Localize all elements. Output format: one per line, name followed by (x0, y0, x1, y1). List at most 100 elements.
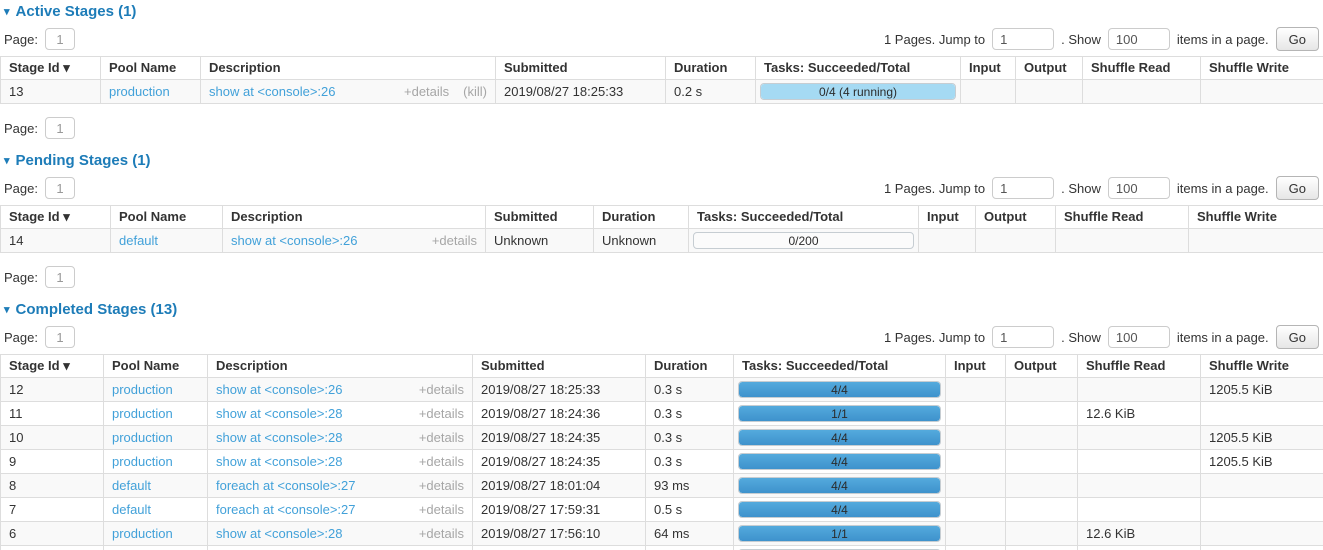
details-toggle[interactable]: +details (404, 84, 449, 100)
pool-name-link[interactable]: production (112, 526, 173, 541)
stage-id-cell: 5 (1, 546, 104, 550)
pool-name-link[interactable]: production (112, 406, 173, 421)
page-number-input[interactable] (45, 28, 75, 50)
details-toggle[interactable]: +details (432, 233, 477, 249)
pool-name-link[interactable]: default (119, 233, 158, 248)
jump-to-input[interactable] (992, 326, 1054, 348)
input-cell (946, 474, 1006, 498)
column-header-submitted[interactable]: Submitted (473, 355, 646, 378)
submitted-cell: 2019/08/27 17:56:10 (473, 522, 646, 546)
input-cell (919, 229, 976, 253)
column-header-pool-name[interactable]: Pool Name (104, 355, 208, 378)
column-header-tasks-succeeded-total[interactable]: Tasks: Succeeded/Total (734, 355, 946, 378)
details-toggle[interactable]: +details (419, 526, 464, 542)
column-header-output[interactable]: Output (1016, 57, 1083, 80)
column-header-output[interactable]: Output (1006, 355, 1078, 378)
go-button[interactable]: Go (1276, 27, 1319, 51)
description-wrap: show at <console>:28 +details (216, 526, 464, 542)
page-number-input[interactable] (45, 117, 75, 139)
column-header-shuffle-write[interactable]: Shuffle Write (1201, 57, 1323, 80)
pool-name-link[interactable]: default (112, 478, 151, 493)
column-header-tasks-succeeded-total[interactable]: Tasks: Succeeded/Total (756, 57, 961, 80)
description-actions: +details (419, 430, 464, 446)
column-header-shuffle-read[interactable]: Shuffle Read (1056, 206, 1189, 229)
description-link[interactable]: foreach at <console>:27 (216, 502, 356, 518)
column-header-shuffle-read[interactable]: Shuffle Read (1083, 57, 1201, 80)
column-header-shuffle-write[interactable]: Shuffle Write (1189, 206, 1323, 229)
page-label: Page: (4, 121, 38, 136)
column-header-duration[interactable]: Duration (666, 57, 756, 80)
description-link[interactable]: show at <console>:28 (216, 406, 342, 422)
pool-name-link[interactable]: production (112, 454, 173, 469)
column-header-stage-id[interactable]: Stage Id ▾ (1, 57, 101, 80)
submitted-cell: 2019/08/27 17:56:10 (473, 546, 646, 550)
column-header-input[interactable]: Input (961, 57, 1016, 80)
column-header-pool-name[interactable]: Pool Name (101, 57, 201, 80)
column-header-submitted[interactable]: Submitted (496, 57, 666, 80)
progress-label: 4/4 (739, 454, 940, 470)
details-toggle[interactable]: +details (419, 406, 464, 422)
pool-name-cell: production (104, 450, 208, 474)
page-number-input[interactable] (45, 266, 75, 288)
completed-stages-table: Stage Id ▾Pool NameDescriptionSubmittedD… (0, 354, 1323, 550)
pending-stages-header[interactable]: ▾ Pending Stages (1) (4, 152, 1323, 170)
show-items-input[interactable] (1108, 326, 1170, 348)
column-header-shuffle-read[interactable]: Shuffle Read (1078, 355, 1201, 378)
details-toggle[interactable]: +details (419, 454, 464, 470)
duration-cell: 93 ms (646, 474, 734, 498)
submitted-cell: Unknown (486, 229, 594, 253)
column-header-duration[interactable]: Duration (646, 355, 734, 378)
stage-id-cell: 14 (1, 229, 111, 253)
page-number-input[interactable] (45, 177, 75, 199)
duration-cell: 0.3 s (646, 378, 734, 402)
pool-name-link[interactable]: production (112, 430, 173, 445)
pool-name-link[interactable]: production (112, 382, 173, 397)
column-header-description[interactable]: Description (223, 206, 486, 229)
description-link[interactable]: show at <console>:28 (216, 430, 342, 446)
go-button[interactable]: Go (1276, 176, 1319, 200)
description-link[interactable]: show at <console>:28 (216, 526, 342, 542)
column-header-stage-id[interactable]: Stage Id ▾ (1, 355, 104, 378)
column-header-duration[interactable]: Duration (594, 206, 689, 229)
description-link[interactable]: show at <console>:26 (209, 84, 335, 100)
pool-name-link[interactable]: production (109, 84, 170, 99)
column-header-description[interactable]: Description (208, 355, 473, 378)
details-toggle[interactable]: +details (419, 430, 464, 446)
column-header-stage-id[interactable]: Stage Id ▾ (1, 206, 111, 229)
column-header-submitted[interactable]: Submitted (486, 206, 594, 229)
collapse-arrow-icon: ▾ (4, 305, 10, 316)
shuffle-write-cell (1201, 474, 1323, 498)
show-items-input[interactable] (1108, 177, 1170, 199)
kill-link[interactable]: (kill) (463, 84, 487, 100)
pages-count-label: 1 Pages. Jump to (884, 32, 985, 47)
jump-to-input[interactable] (992, 28, 1054, 50)
description-link[interactable]: show at <console>:26 (216, 382, 342, 398)
column-header-description[interactable]: Description (201, 57, 496, 80)
completed-stages-header[interactable]: ▾ Completed Stages (13) (4, 301, 1323, 319)
details-toggle[interactable]: +details (419, 502, 464, 518)
description-actions: +details (419, 454, 464, 470)
column-header-shuffle-write[interactable]: Shuffle Write (1201, 355, 1323, 378)
go-button[interactable]: Go (1276, 325, 1319, 349)
pool-name-link[interactable]: default (112, 502, 151, 517)
active-stages-header[interactable]: ▾ Active Stages (1) (4, 3, 1323, 21)
pages-count-label: 1 Pages. Jump to (884, 330, 985, 345)
column-header-output[interactable]: Output (976, 206, 1056, 229)
input-cell (946, 522, 1006, 546)
column-header-pool-name[interactable]: Pool Name (111, 206, 223, 229)
column-header-tasks-succeeded-total[interactable]: Tasks: Succeeded/Total (689, 206, 919, 229)
header-row: Stage Id ▾Pool NameDescriptionSubmittedD… (1, 57, 1323, 80)
jump-to-input[interactable] (992, 177, 1054, 199)
details-toggle[interactable]: +details (419, 478, 464, 494)
progress-label: 4/4 (739, 382, 940, 398)
description-link[interactable]: show at <console>:28 (216, 454, 342, 470)
column-header-input[interactable]: Input (946, 355, 1006, 378)
shuffle-write-cell (1201, 80, 1323, 104)
details-toggle[interactable]: +details (419, 382, 464, 398)
column-header-input[interactable]: Input (919, 206, 976, 229)
page-number-input[interactable] (45, 326, 75, 348)
show-items-input[interactable] (1108, 28, 1170, 50)
description-wrap: show at <console>:28 +details (216, 430, 464, 446)
description-link[interactable]: foreach at <console>:27 (216, 478, 356, 494)
description-link[interactable]: show at <console>:26 (231, 233, 357, 249)
